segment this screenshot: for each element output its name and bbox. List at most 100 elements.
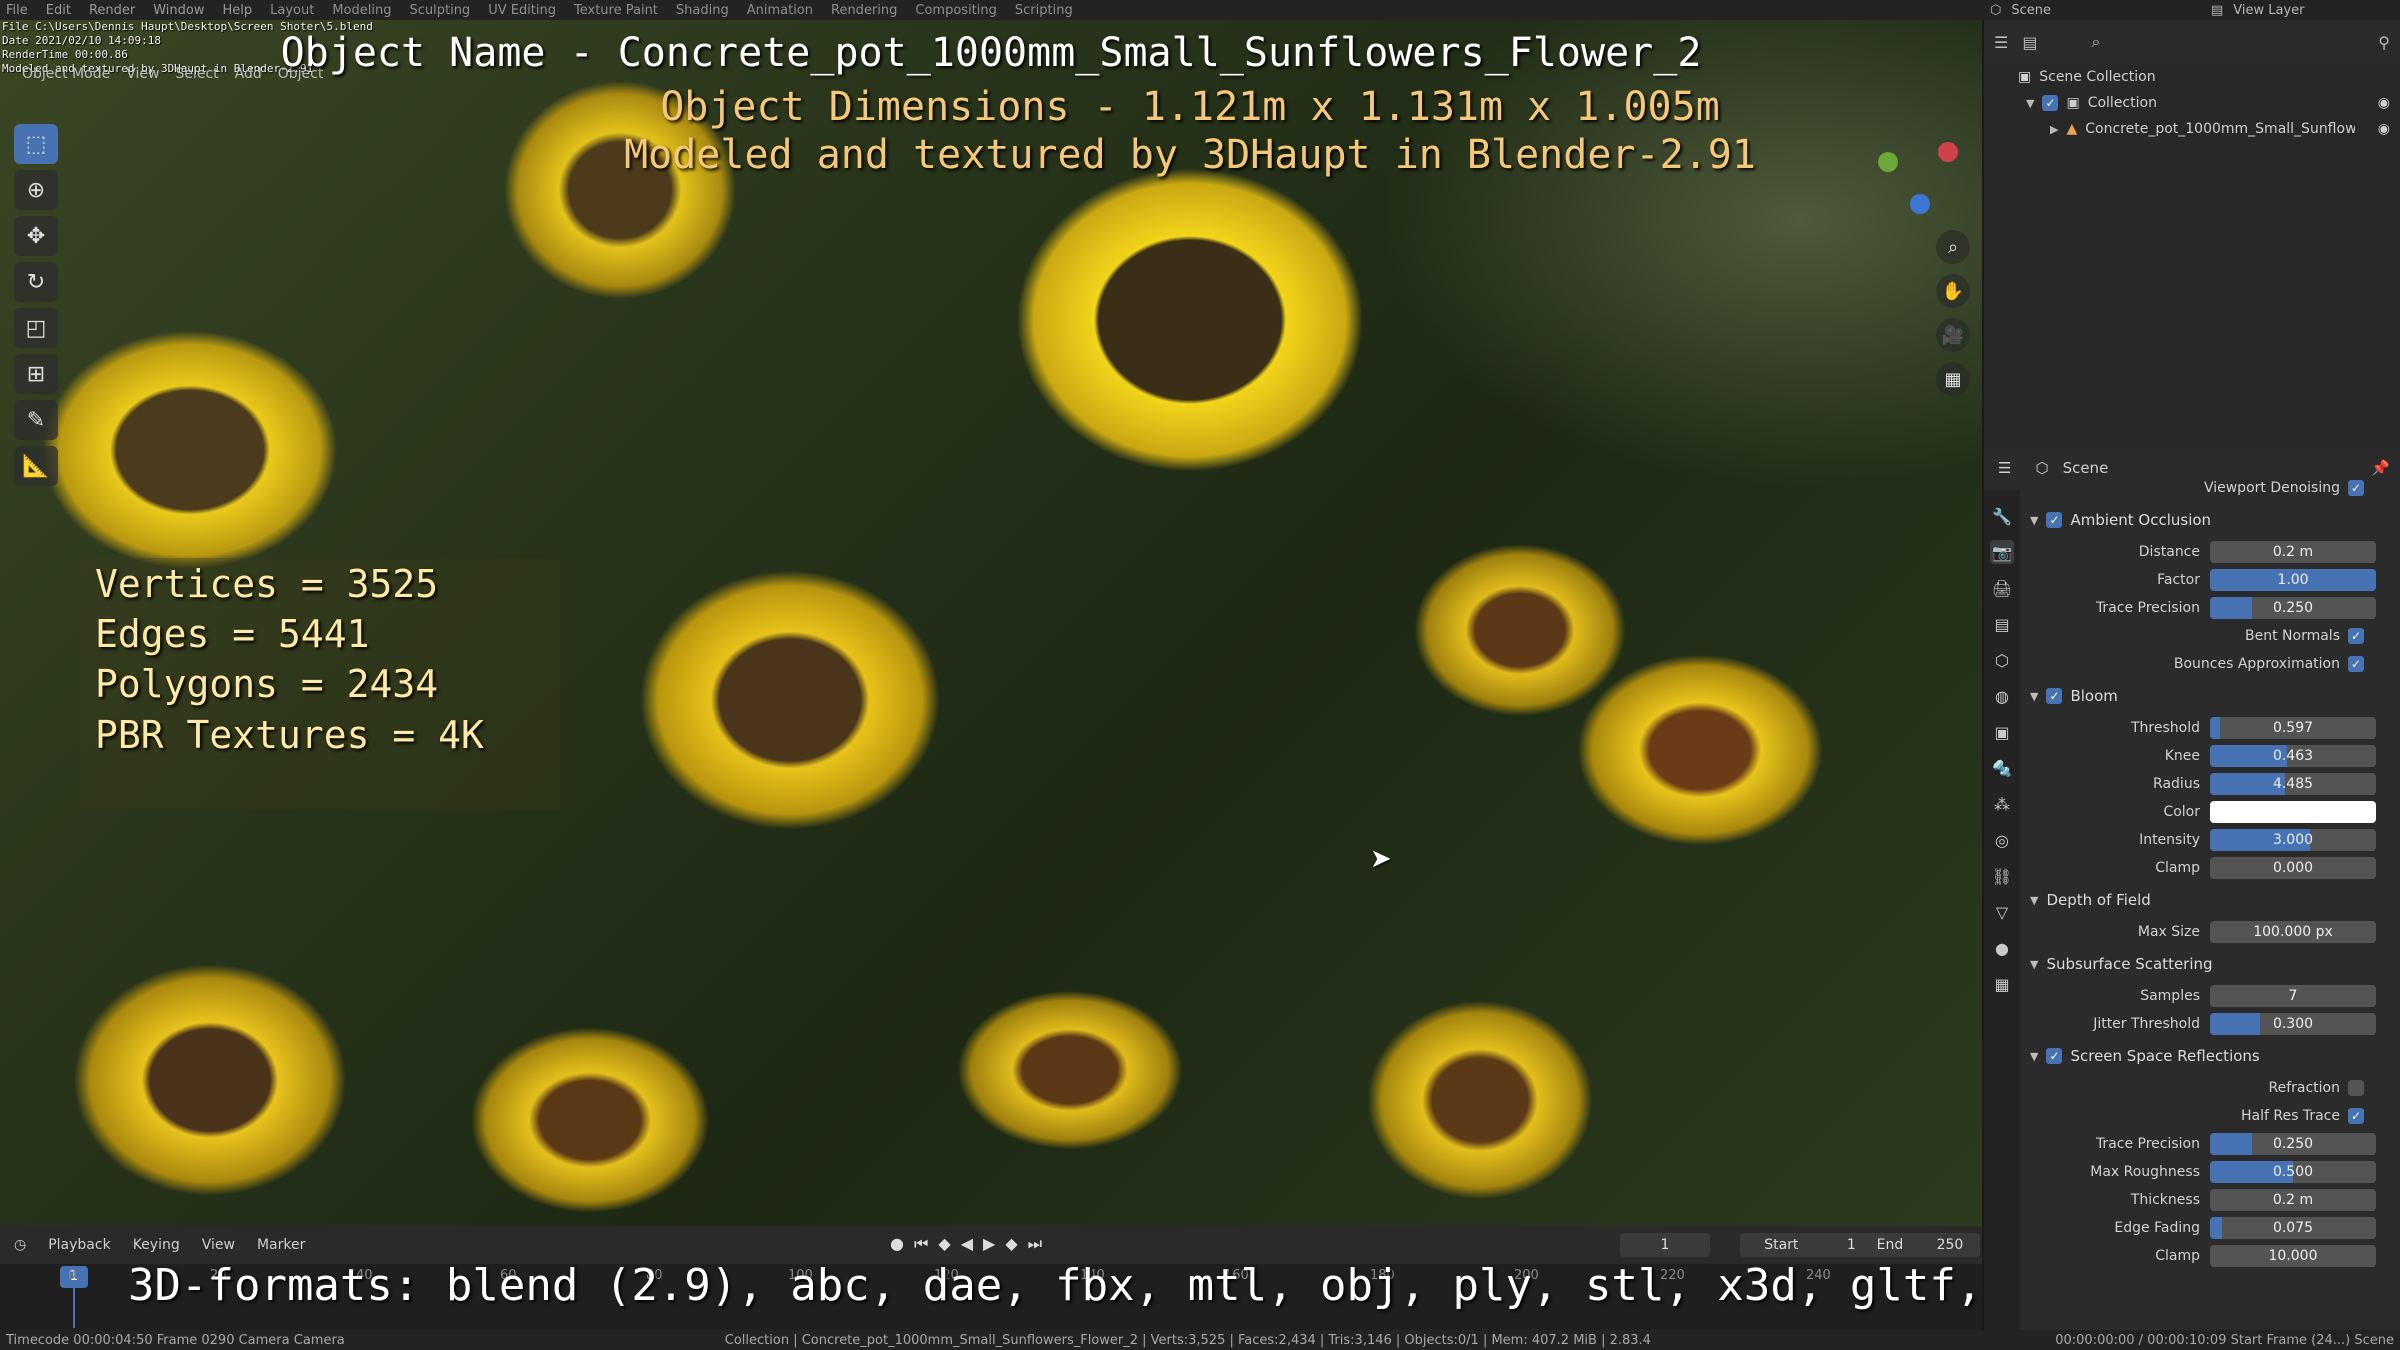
bloom-enable-checkbox[interactable]: ✓ [2046,688,2063,704]
pan-hand-icon[interactable]: ✋ [1936,274,1970,308]
viewport-denoising-checkbox[interactable]: ✓ [2348,480,2364,496]
modifier-tab-icon[interactable]: 🔩 [1990,756,2014,780]
world-tab-icon[interactable]: ◍ [1990,684,2014,708]
sss-samples-field[interactable]: 7 [2210,985,2376,1007]
workspace-tab-modeling[interactable]: Modeling [332,3,391,18]
ssr-section[interactable]: ▼ ✓ Screen Space Reflections [2020,1038,2400,1074]
ao-trace-slider[interactable]: 0.250 [2210,597,2376,619]
ssr-roughness-slider[interactable]: 0.500 [2210,1161,2376,1183]
view-layer-name[interactable]: View Layer [2233,3,2304,18]
camera-icon[interactable]: 🎥 [1936,318,1970,352]
render-tab-icon[interactable]: 📷 [1990,540,2014,564]
texture-tab-icon[interactable]: ▦ [1990,972,2014,996]
output-tab-icon[interactable]: 🖨 [1990,576,2014,600]
workspace-tab-sculpting[interactable]: Sculpting [409,3,470,18]
next-keyframe-icon[interactable]: ◆ [1005,1234,1017,1254]
workspace-tab-animation[interactable]: Animation [747,3,813,18]
bounces-approx-toggle[interactable]: Bounces Approximation ✓ [2020,650,2376,678]
constraints-tab-icon[interactable]: ⛓ [1990,864,2014,888]
play-reverse-icon[interactable]: ◀ [961,1234,973,1254]
display-mode-icon[interactable]: ▤ [2022,33,2037,52]
outliner-row-scene-collection[interactable]: ▣ Scene Collection [1984,64,2400,90]
visibility-eye-icon[interactable]: ◉ [2378,95,2400,111]
filter-icon[interactable]: ⚲ [2378,33,2390,52]
jump-end-icon[interactable]: ⏭ [1028,1234,1042,1254]
expand-icon[interactable]: ▶ [2050,123,2058,136]
outliner-row-collection[interactable]: ▼ ✓ ▣ Collection ◉ [1984,90,2400,116]
prev-keyframe-icon[interactable]: ◆ [938,1234,950,1254]
particles-tab-icon[interactable]: ⁂ [1990,792,2014,816]
ssr-trace-slider[interactable]: 0.250 [2210,1133,2376,1155]
annotate-icon[interactable]: ✎ [14,400,58,440]
editor-type-icon[interactable]: ◷ [14,1237,26,1253]
measure-icon[interactable]: 📐 [14,446,58,486]
dof-max-size-field[interactable]: 100.000 px [2210,921,2376,943]
workspace-tab-scripting[interactable]: Scripting [1015,3,1073,18]
scene-name[interactable]: Scene [2011,3,2051,18]
z-axis-icon[interactable] [1910,194,1930,214]
play-icon[interactable]: ▶ [983,1234,995,1254]
scene-tab-icon[interactable]: ⬡ [1990,648,2014,672]
marker-menu[interactable]: Marker [257,1237,305,1253]
ao-distance-field[interactable]: 0.2 m [2210,541,2376,563]
refraction-checkbox[interactable] [2348,1080,2364,1096]
menu-render[interactable]: Render [89,3,135,18]
depth-of-field-section[interactable]: ▼ Depth of Field [2020,882,2400,918]
half-res-checkbox[interactable]: ✓ [2348,1108,2364,1124]
bent-normals-toggle[interactable]: Bent Normals ✓ [2020,622,2376,650]
menu-edit[interactable]: Edit [46,3,71,18]
current-frame-field[interactable]: 1 [1620,1233,1710,1257]
ambient-occlusion-section[interactable]: ▼ ✓ Ambient Occlusion [2020,502,2400,538]
workspace-tab-shading[interactable]: Shading [676,3,729,18]
bloom-radius-slider[interactable]: 4.485 [2210,773,2376,795]
editor-type-icon[interactable]: ☰ [1998,459,2011,477]
bloom-section[interactable]: ▼ ✓ Bloom [2020,678,2400,714]
3d-viewport[interactable]: File C:\Users\Dennis Haupt\Desktop\Scree… [0,20,1982,1226]
menu-help[interactable]: Help [223,3,253,18]
data-tab-icon[interactable]: ▽ [1990,900,2014,924]
collapse-icon[interactable]: ▼ [2030,514,2038,527]
ssr-thickness-field[interactable]: 0.2 m [2210,1189,2376,1211]
collapse-icon[interactable]: ▼ [2030,690,2038,703]
zoom-icon[interactable]: ⌕ [1936,230,1970,264]
workspace-tab-layout[interactable]: Layout [270,3,314,18]
bent-normals-checkbox[interactable]: ✓ [2348,628,2364,644]
navigation-gizmo[interactable] [1868,132,1978,242]
playback-menu[interactable]: Playback [48,1237,110,1253]
workspace-tab-rendering[interactable]: Rendering [831,3,897,18]
editor-type-icon[interactable]: ☰ [1994,33,2008,52]
move-icon[interactable]: ✥ [14,216,58,256]
end-frame-field[interactable]: End 250 [1860,1233,1980,1257]
search-icon[interactable]: ⌕ [2091,32,2100,52]
tool-tab-icon[interactable]: 🔧 [1990,504,2014,528]
record-icon[interactable]: ● [890,1234,904,1254]
start-frame-field[interactable]: Start 1 [1740,1233,1880,1257]
half-res-toggle[interactable]: Half Res Trace ✓ [2020,1102,2376,1130]
ssr-enable-checkbox[interactable]: ✓ [2046,1048,2063,1064]
rotate-icon[interactable]: ↻ [14,262,58,302]
sss-jitter-slider[interactable]: 0.300 [2210,1013,2376,1035]
refraction-toggle[interactable]: Refraction [2020,1074,2376,1102]
subsurface-scattering-section[interactable]: ▼ Subsurface Scattering [2020,946,2400,982]
material-tab-icon[interactable]: ● [1990,936,2014,960]
collapse-icon[interactable]: ▼ [2030,894,2038,907]
outliner-row-object[interactable]: ▶ ▲ Concrete_pot_1000mm_Small_Sunflowers… [1984,116,2400,142]
bloom-threshold-slider[interactable]: 0.597 [2210,717,2376,739]
collapse-icon[interactable]: ▼ [2030,958,2038,971]
object-tab-icon[interactable]: ▣ [1990,720,2014,744]
physics-tab-icon[interactable]: ◎ [1990,828,2014,852]
transform-icon[interactable]: ⊞ [14,354,58,394]
expand-icon[interactable]: ▼ [2026,97,2034,110]
bloom-intensity-slider[interactable]: 3.000 [2210,829,2376,851]
menu-window[interactable]: Window [153,3,204,18]
jump-start-icon[interactable]: ⏮ [914,1234,928,1254]
workspace-tab-uv-editing[interactable]: UV Editing [488,3,556,18]
bloom-knee-slider[interactable]: 0.463 [2210,745,2376,767]
bloom-color-swatch[interactable] [2210,801,2376,823]
ao-factor-slider[interactable]: 1.00 [2210,569,2376,591]
visibility-eye-icon[interactable]: ◉ [2378,121,2400,137]
ao-enable-checkbox[interactable]: ✓ [2046,512,2063,528]
ssr-clamp-field[interactable]: 10.000 [2210,1245,2376,1267]
collapse-icon[interactable]: ▼ [2030,1050,2038,1063]
menu-file[interactable]: File [6,3,28,18]
